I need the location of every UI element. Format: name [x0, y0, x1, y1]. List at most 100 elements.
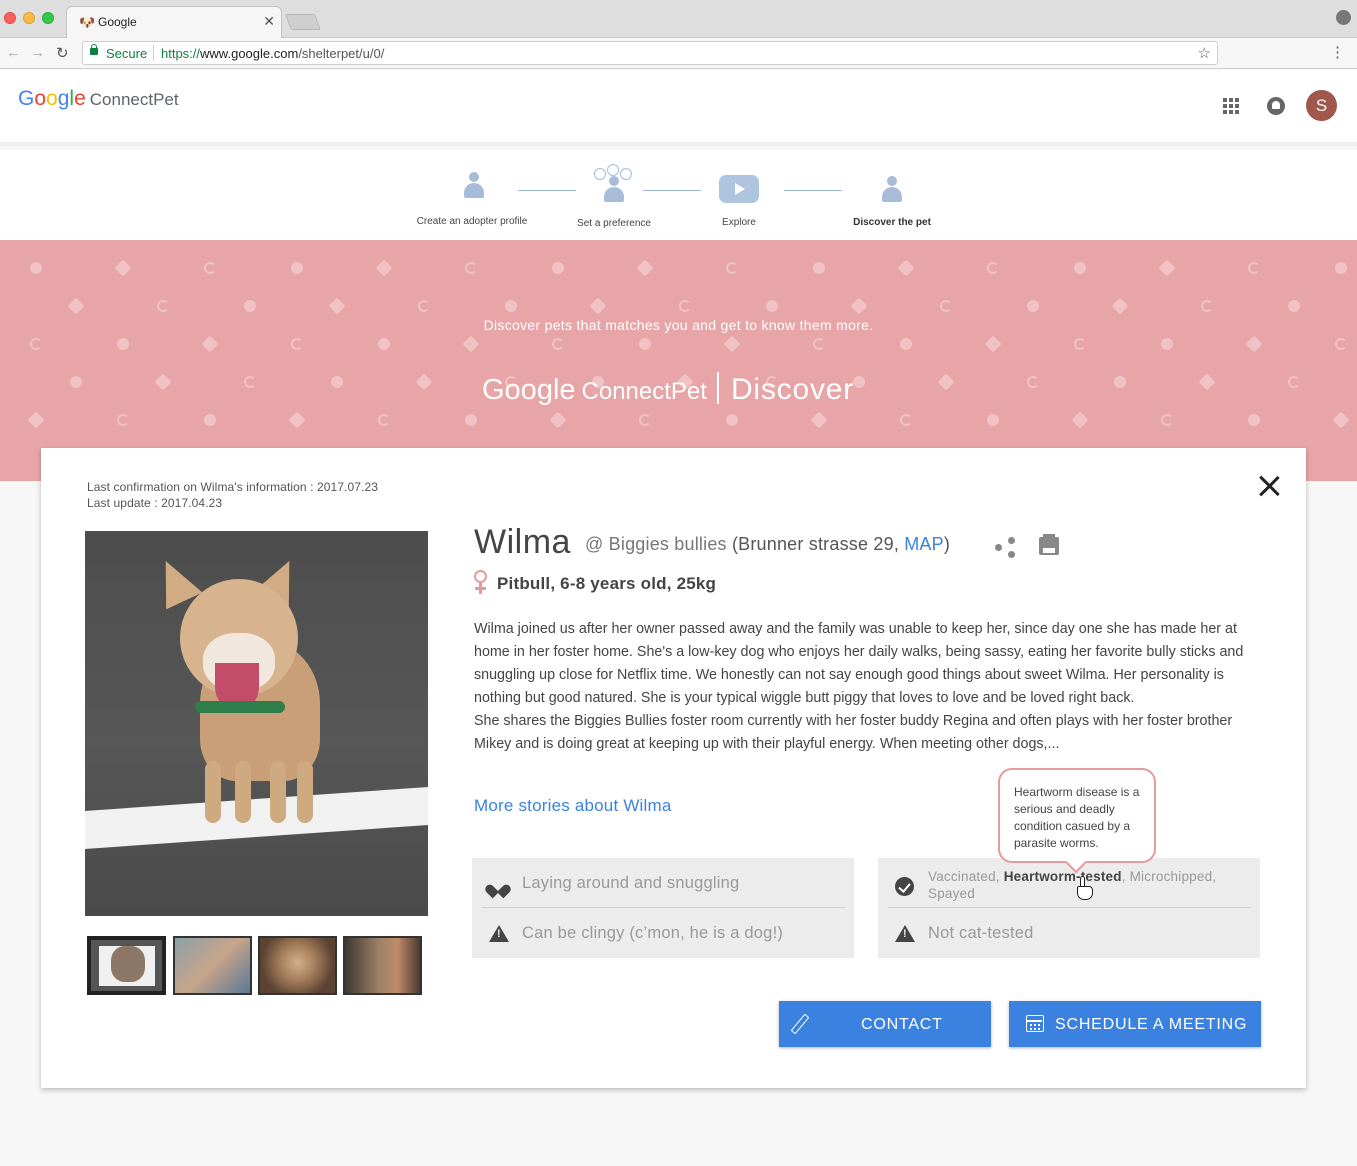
- female-icon: [473, 570, 488, 596]
- photo-thumbnail[interactable]: [343, 936, 422, 995]
- pattern-shape: [813, 338, 825, 350]
- browser-tab[interactable]: 🐶 Google ✕: [66, 6, 282, 39]
- pattern-shape: [1248, 414, 1260, 426]
- pet-name: Wilma: [474, 523, 571, 561]
- bookmark-star-icon[interactable]: ☆: [1198, 44, 1211, 62]
- url-text: https://www.google.com/shelterpet/u/0/: [161, 46, 385, 61]
- pattern-shape: [639, 338, 651, 350]
- step-discover-pet[interactable]: Discover the pet: [853, 217, 931, 228]
- pattern-shape: [117, 414, 129, 426]
- back-icon[interactable]: ←: [6, 44, 21, 61]
- address-bar: ← → ↻ Secure https://www.google.com/shel…: [0, 38, 1357, 69]
- browser-tab-bar: 🐶 Google ✕: [0, 0, 1357, 39]
- shelter-address: (Brunner strasse 29,: [731, 534, 905, 554]
- pattern-shape: [813, 262, 825, 274]
- notifications-icon[interactable]: [1267, 97, 1285, 115]
- url-input[interactable]: Secure https://www.google.com/shelterpet…: [82, 41, 1218, 65]
- hand-pointer-icon: [1075, 876, 1093, 902]
- pattern-shape: [723, 335, 741, 353]
- pattern-shape: [810, 411, 828, 429]
- step-explore[interactable]: Explore: [722, 217, 756, 228]
- connectpet-logo[interactable]: Google ConnectPet: [18, 87, 179, 111]
- step-create-profile[interactable]: Create an adopter profile: [417, 216, 528, 227]
- person-icon: [463, 172, 485, 204]
- pattern-shape: [987, 262, 999, 274]
- pattern-shape: [70, 376, 82, 388]
- trait-item: Can be clingy (c’mon, he is a dog!): [482, 908, 845, 958]
- contact-button[interactable]: CONTACT: [779, 1001, 991, 1047]
- reload-icon[interactable]: ↻: [56, 44, 69, 62]
- pattern-shape: [636, 259, 654, 277]
- new-tab-button[interactable]: [285, 14, 321, 30]
- last-update: Last update : 2017.04.23: [87, 496, 223, 510]
- health-info: Vaccinated, Heartworm-tested, Microchipp…: [878, 858, 1260, 958]
- pet-detail-card: Last confirmation on Wilma's information…: [41, 448, 1306, 1088]
- pet-main-photo[interactable]: [85, 531, 428, 916]
- pattern-shape: [67, 297, 85, 315]
- pattern-shape: [204, 262, 216, 274]
- check-circle-icon: [895, 877, 914, 896]
- pattern-shape: [850, 297, 868, 315]
- map-link[interactable]: MAP: [904, 534, 944, 554]
- pattern-shape: [114, 259, 132, 277]
- pattern-shape: [589, 297, 607, 315]
- pattern-shape: [1027, 300, 1039, 312]
- tab-title: Google: [98, 15, 137, 29]
- pattern-shape: [1027, 376, 1039, 388]
- apps-grid-icon[interactable]: [1223, 98, 1239, 114]
- photo-thumbnail[interactable]: [87, 936, 166, 995]
- pattern-shape: [1288, 376, 1300, 388]
- photo-thumbnail[interactable]: [258, 936, 337, 995]
- pattern-shape: [201, 335, 219, 353]
- pattern-shape: [157, 300, 169, 312]
- tab-close-icon[interactable]: ✕: [263, 13, 275, 30]
- minimize-window-button[interactable]: [23, 12, 35, 24]
- pattern-shape: [378, 338, 390, 350]
- step-set-preference[interactable]: Set a preference: [577, 218, 651, 229]
- pattern-shape: [639, 414, 651, 426]
- pattern-shape: [900, 414, 912, 426]
- avatar[interactable]: S: [1306, 90, 1337, 121]
- pattern-shape: [552, 262, 564, 274]
- heart-icon: [490, 879, 506, 893]
- pattern-shape: [117, 338, 129, 350]
- pattern-shape: [1074, 338, 1086, 350]
- pattern-shape: [766, 300, 778, 312]
- pattern-shape: [1335, 338, 1347, 350]
- trait-item: Laying around and snuggling: [482, 858, 845, 908]
- shelter-name[interactable]: @ Biggies bullies: [585, 534, 727, 554]
- forward-icon[interactable]: →: [30, 44, 45, 61]
- pattern-shape: [1111, 297, 1129, 315]
- health-item: Not cat-tested: [888, 908, 1251, 958]
- pattern-shape: [1158, 259, 1176, 277]
- pattern-shape: [900, 338, 912, 350]
- pattern-shape: [465, 414, 477, 426]
- heartworm-term[interactable]: Heartworm-tested: [1004, 869, 1122, 884]
- browser-menu-icon[interactable]: ⋮: [1330, 43, 1345, 61]
- browser-profile-icon[interactable]: [1336, 10, 1351, 25]
- pattern-shape: [30, 338, 42, 350]
- pattern-shape: [897, 259, 915, 277]
- warning-icon: [489, 925, 509, 942]
- schedule-meeting-button[interactable]: SCHEDULE A MEETING: [1009, 1001, 1261, 1047]
- pet-story: Wilma joined us after her owner passed a…: [474, 621, 1244, 752]
- close-icon[interactable]: [1258, 475, 1280, 497]
- pattern-shape: [940, 300, 952, 312]
- pattern-shape: [1245, 335, 1263, 353]
- print-icon[interactable]: [1039, 534, 1059, 555]
- share-icon[interactable]: [994, 536, 1016, 558]
- app-header: Google ConnectPet S: [0, 70, 1357, 146]
- banner-tagline: Discover pets that matches you and get t…: [483, 317, 874, 333]
- pattern-shape: [154, 373, 172, 391]
- more-stories-link[interactable]: More stories about Wilma: [474, 796, 672, 816]
- photo-thumbnail[interactable]: [173, 936, 252, 995]
- dog-favicon-icon: 🐶: [79, 15, 96, 30]
- pattern-shape: [987, 414, 999, 426]
- pencil-icon: [790, 1013, 810, 1035]
- pattern-shape: [331, 376, 343, 388]
- close-window-button[interactable]: [4, 12, 16, 24]
- pattern-shape: [1288, 300, 1300, 312]
- pattern-shape: [505, 300, 517, 312]
- pattern-shape: [1161, 338, 1173, 350]
- zoom-window-button[interactable]: [42, 12, 54, 24]
